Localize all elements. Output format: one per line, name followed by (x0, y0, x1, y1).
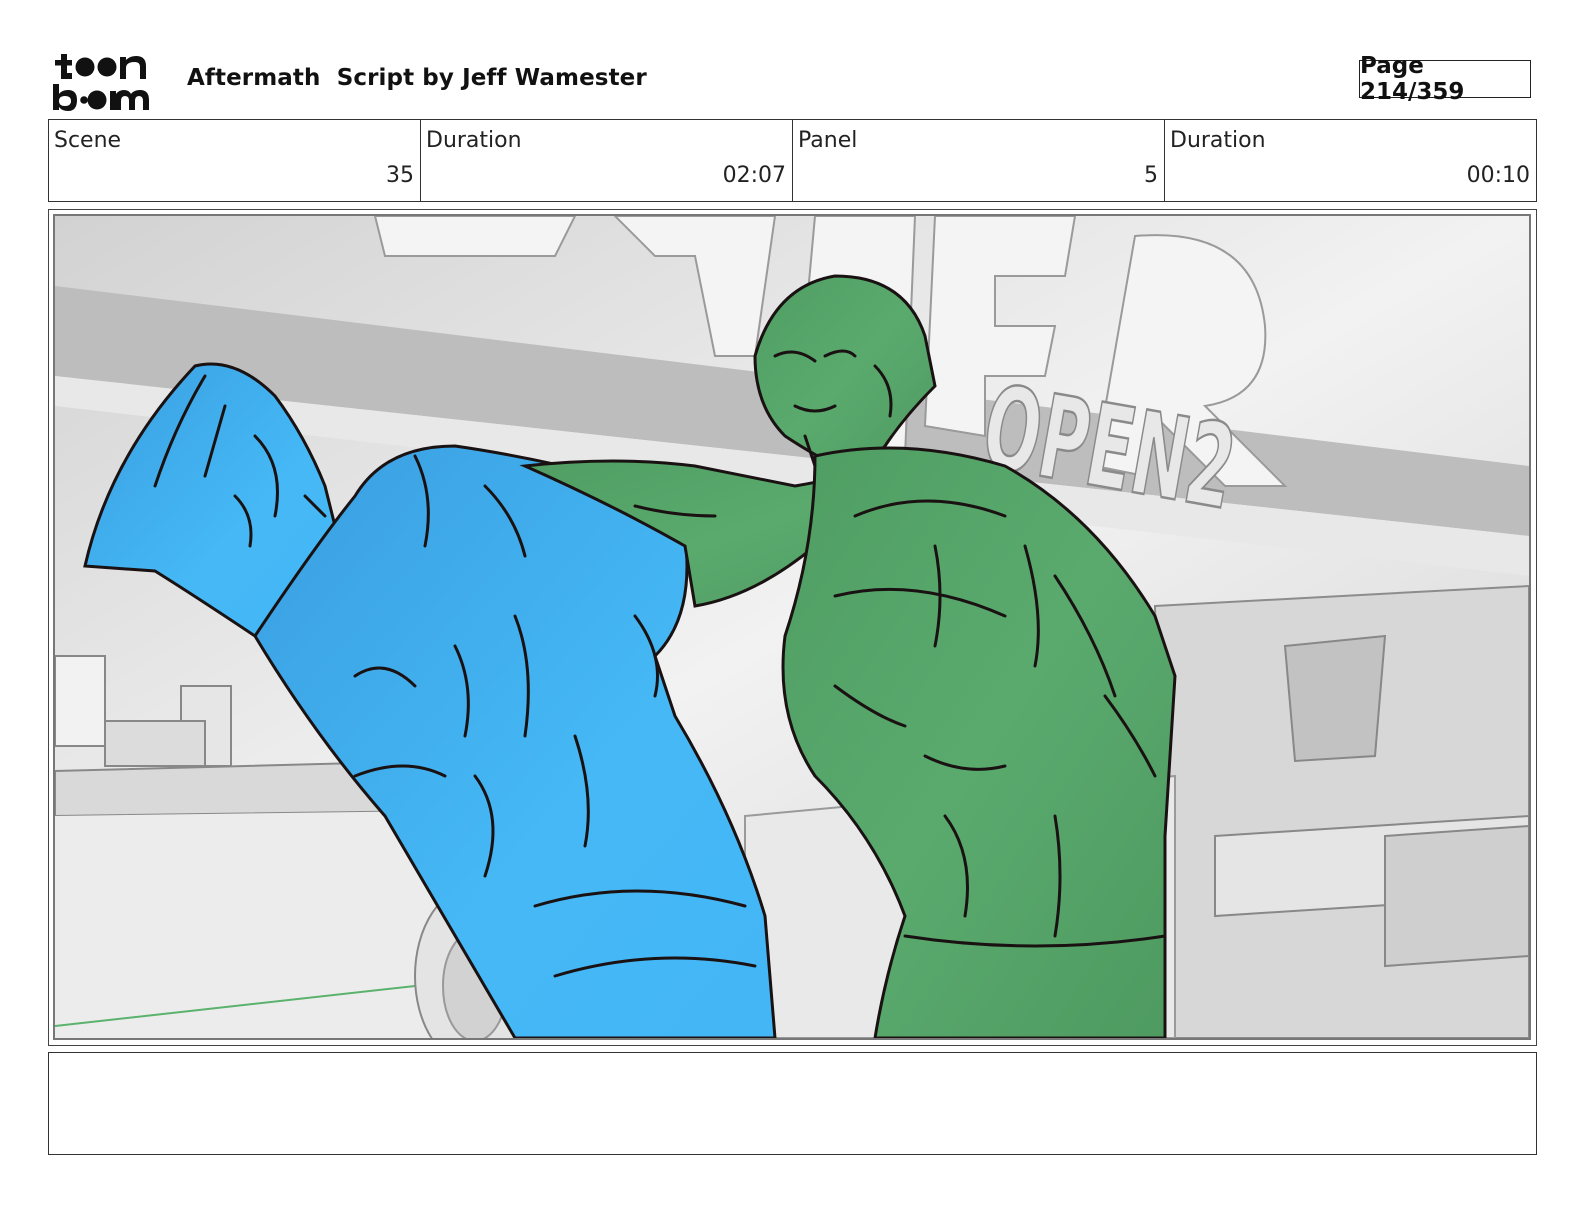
storyboard-panel: OPEN2 (48, 209, 1537, 1046)
panel-duration-label: Duration (1170, 128, 1266, 153)
scene-duration-cell: Duration 02:07 (421, 120, 793, 201)
panel-notes-box (48, 1052, 1537, 1155)
scene-value: 35 (386, 163, 414, 188)
scene-duration-label: Duration (426, 128, 522, 153)
page-number: Page 214/359 (1359, 53, 1531, 105)
panel-value: 5 (1144, 163, 1158, 188)
scene-info-table: Scene 35 Duration 02:07 Panel 5 Duration… (48, 119, 1537, 202)
panel-label: Panel (798, 128, 858, 153)
panel-duration-value: 00:10 (1466, 163, 1530, 188)
panel-duration-cell: Duration 00:10 (1165, 120, 1536, 201)
document-title: Aftermath Script by Jeff Wamester (187, 65, 647, 91)
toonboom-logo (50, 50, 165, 112)
scene-duration-value: 02:07 (722, 163, 786, 188)
panel-cell: Panel 5 (793, 120, 1165, 201)
panel-illustration: OPEN2 (53, 214, 1531, 1040)
scene-label: Scene (54, 128, 122, 153)
scene-cell: Scene 35 (49, 120, 421, 201)
